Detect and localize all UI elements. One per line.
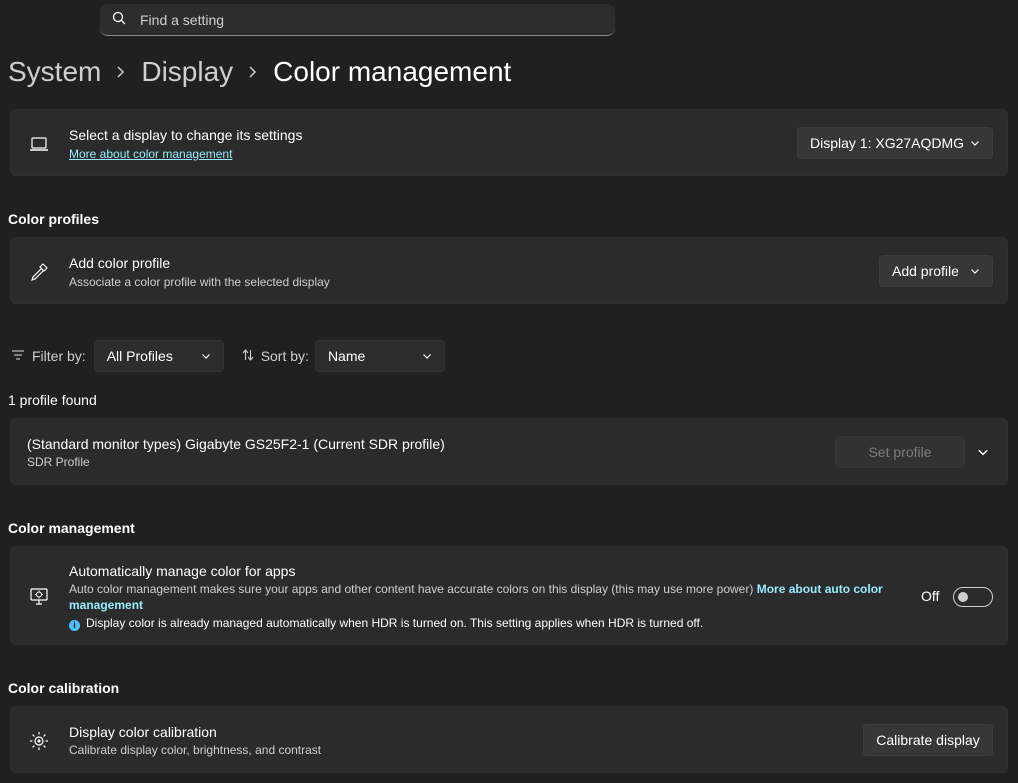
- chevron-down-icon: [971, 269, 979, 274]
- add-profile-button[interactable]: Add profile: [879, 255, 993, 287]
- list-item[interactable]: (Standard monitor types) Gigabyte GS25F2…: [10, 418, 1008, 485]
- sort-label: Sort by:: [260, 348, 309, 364]
- chevron-right-icon: [233, 65, 273, 79]
- display-dropdown[interactable]: Display 1: XG27AQDMG: [797, 127, 993, 159]
- hdr-info-text: Display color is already managed automat…: [86, 616, 704, 630]
- calibration-title: Display color calibration: [69, 724, 217, 740]
- add-color-profile-title: Add color profile: [69, 255, 171, 271]
- search-input[interactable]: [140, 11, 580, 28]
- profile-type: SDR Profile: [27, 455, 90, 469]
- eyedropper-icon: [27, 260, 51, 284]
- display-select-card: Select a display to change its settings …: [10, 109, 1008, 176]
- auto-color-management-card: Automatically manage color for apps Auto…: [10, 546, 1008, 645]
- auto-color-title: Automatically manage color for apps: [69, 563, 296, 579]
- info-icon: i: [69, 619, 80, 631]
- display-calibration-card: Display color calibration Calibrate disp…: [10, 706, 1008, 773]
- profile-count: 1 profile found: [8, 392, 97, 408]
- add-color-profile-sub: Associate a color profile with the selec…: [69, 275, 330, 289]
- profile-name: (Standard monitor types) Gigabyte GS25F2…: [27, 436, 445, 452]
- breadcrumb: System Display Color management: [8, 52, 511, 92]
- laptop-icon: [27, 132, 51, 156]
- section-title-color-calibration: Color calibration: [8, 680, 120, 696]
- auto-color-toggle[interactable]: [953, 587, 993, 607]
- page-title: Color management: [273, 56, 512, 87]
- sort-value: Name: [327, 348, 366, 364]
- calibration-sub: Calibrate display color, brightness, and…: [69, 743, 322, 757]
- filter-label: Filter by:: [32, 348, 86, 364]
- chevron-down-icon[interactable]: [977, 445, 989, 461]
- toggle-knob: [958, 592, 968, 602]
- monitor-color-icon: [27, 584, 51, 608]
- filter-sort-row: Filter by: All Profiles Sort by: Name: [12, 340, 445, 372]
- section-title-color-profiles: Color profiles: [8, 211, 100, 227]
- add-profile-label: Add profile: [892, 263, 959, 279]
- filter-icon: [12, 348, 24, 364]
- auto-color-desc: Auto color management makes sure your ap…: [69, 581, 909, 613]
- display-select-title: Select a display to change its settings: [69, 127, 303, 143]
- more-about-color-management-link[interactable]: More about color management: [69, 147, 232, 161]
- filter-value: All Profiles: [106, 348, 173, 364]
- add-color-profile-card: Add color profile Associate a color prof…: [10, 237, 1008, 304]
- calibrate-display-button[interactable]: Calibrate display: [863, 724, 993, 756]
- chevron-down-icon: [971, 141, 979, 146]
- auto-color-desc-text: Auto color management makes sure your ap…: [69, 582, 754, 596]
- set-profile-button[interactable]: Set profile: [835, 436, 965, 468]
- breadcrumb-display[interactable]: Display: [141, 56, 233, 88]
- chevron-down-icon: [201, 354, 210, 359]
- brightness-icon: [27, 729, 51, 753]
- search-box[interactable]: [100, 4, 615, 36]
- search-icon: [112, 11, 126, 28]
- display-dropdown-value: Display 1: XG27AQDMG: [810, 135, 965, 151]
- chevron-right-icon: [101, 65, 141, 79]
- sort-dropdown[interactable]: Name: [314, 340, 445, 372]
- toggle-state-label: Off: [921, 588, 940, 604]
- section-title-color-management: Color management: [8, 520, 135, 536]
- sort-icon: [242, 348, 254, 364]
- filter-dropdown[interactable]: All Profiles: [93, 340, 224, 372]
- hdr-info: i Display color is already managed automa…: [69, 616, 703, 631]
- breadcrumb-system[interactable]: System: [8, 56, 101, 88]
- chevron-down-icon: [423, 354, 431, 359]
